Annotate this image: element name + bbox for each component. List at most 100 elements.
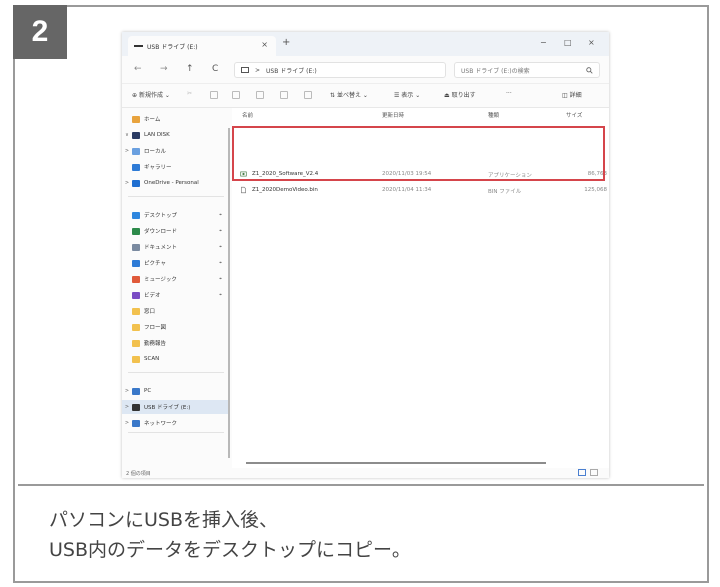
sidebar-scrollbar[interactable] xyxy=(228,128,230,458)
details-button[interactable]: ◫ 詳細 xyxy=(562,90,582,99)
item-count: 2 個の項目 xyxy=(126,471,151,477)
pin-icon: ⌖ xyxy=(219,244,222,250)
tab-close-button[interactable]: × xyxy=(261,40,268,49)
caption-line-2: USB内のデータをデスクトップにコピー。 xyxy=(49,539,411,561)
music-icon xyxy=(132,275,140,283)
pictures-icon xyxy=(132,259,140,267)
sidebar-item[interactable]: デスクトップ ⌖ xyxy=(122,208,230,222)
network-icon xyxy=(132,419,140,427)
monitor-icon xyxy=(241,67,249,73)
file-size: 125,068 xyxy=(584,187,607,193)
cloud-icon xyxy=(132,179,140,187)
maximize-button[interactable]: □ xyxy=(564,38,572,47)
home-icon xyxy=(132,115,140,123)
scrollbar-thumb[interactable] xyxy=(246,462,546,464)
sidebar-item-label: 勤務報告 xyxy=(144,341,167,347)
search-placeholder: USB ドライブ (E:)の検索 xyxy=(461,67,530,75)
sidebar-item-label: デスクトップ xyxy=(144,213,178,219)
pc-icon xyxy=(132,387,140,395)
sidebar-item[interactable]: ダウンロード ⌖ xyxy=(122,224,230,238)
chevron-icon[interactable]: > xyxy=(122,404,132,410)
eject-button[interactable]: ⏏ 取り出す xyxy=(444,90,476,99)
new-label: 新規作成 xyxy=(138,92,163,99)
desktop-icon xyxy=(132,211,140,219)
chevron-icon[interactable]: ∨ xyxy=(122,132,132,138)
new-button[interactable]: ⊕ 新規作成 ⌄ xyxy=(132,90,170,99)
usb-drive-icon xyxy=(134,45,143,47)
pin-icon: ⌖ xyxy=(219,276,222,282)
sidebar-item[interactable]: ホーム xyxy=(122,112,230,126)
usb-drive-icon xyxy=(132,403,140,411)
view-button[interactable]: ☰ 表示 ⌄ xyxy=(394,90,420,99)
sidebar-item[interactable]: > ネットワーク xyxy=(122,416,230,430)
chevron-icon[interactable]: > xyxy=(122,420,132,426)
sidebar-item[interactable]: ギャラリー xyxy=(122,160,230,174)
search-icon xyxy=(586,66,593,74)
sidebar-item[interactable]: 窓口 xyxy=(122,304,230,318)
sidebar-item[interactable]: ∨ LAN DISK xyxy=(122,128,230,142)
sidebar-item[interactable]: > USB ドライブ (E:) xyxy=(122,400,230,414)
sidebar-item[interactable]: ビデオ ⌖ xyxy=(122,288,230,302)
share-icon[interactable] xyxy=(280,91,288,99)
local-folder-icon xyxy=(132,147,140,155)
sidebar-item[interactable]: ドキュメント ⌖ xyxy=(122,240,230,254)
column-name-header[interactable]: 名前 xyxy=(242,111,253,119)
sidebar-item-label: ピクチャ xyxy=(144,261,166,267)
column-date-header[interactable]: 更新日時 xyxy=(382,111,404,119)
pin-icon: ⌖ xyxy=(219,292,222,298)
file-row[interactable]: Z1_2020DemoVideo.bin 2020/11/04 11:34 BI… xyxy=(232,182,609,198)
sidebar-item-label: PC xyxy=(144,388,152,394)
tab-title: USB ドライブ (E:) xyxy=(147,43,198,51)
more-options-button[interactable]: ··· xyxy=(506,90,512,97)
sidebar-item[interactable]: ミュージック ⌖ xyxy=(122,272,230,286)
address-input[interactable]: > USB ドライブ (E:) xyxy=(234,62,446,78)
sidebar-item[interactable]: SCAN xyxy=(122,352,230,366)
sidebar-item[interactable]: 勤務報告 xyxy=(122,336,230,350)
tab-usb-drive[interactable]: USB ドライブ (E:) × xyxy=(128,36,276,56)
sidebar-item-label: ギャラリー xyxy=(144,165,172,171)
search-input[interactable]: USB ドライブ (E:)の検索 xyxy=(454,62,600,78)
copy-icon[interactable] xyxy=(210,91,218,99)
address-separator: > xyxy=(255,66,261,74)
sidebar-item[interactable]: > PC xyxy=(122,384,230,398)
sidebar-item-label: ビデオ xyxy=(144,293,161,299)
sidebar-item[interactable]: ピクチャ ⌖ xyxy=(122,256,230,270)
new-tab-button[interactable]: + xyxy=(282,37,290,48)
sidebar-item[interactable]: フロー図 xyxy=(122,320,230,334)
chevron-icon[interactable]: > xyxy=(122,388,132,394)
sidebar-item-label: ミュージック xyxy=(144,277,177,283)
paste-icon[interactable] xyxy=(232,91,240,99)
column-size-header[interactable]: サイズ xyxy=(566,111,582,119)
sidebar-item[interactable]: > OneDrive - Personal xyxy=(122,176,230,190)
sidebar-item-label: 窓口 xyxy=(144,309,156,315)
pin-icon: ⌖ xyxy=(219,212,222,218)
gallery-icon xyxy=(132,163,140,171)
delete-icon[interactable] xyxy=(304,91,312,99)
sort-button[interactable]: ⇅ 並べ替え ⌄ xyxy=(330,90,368,99)
sidebar-item-label: SCAN xyxy=(144,356,160,362)
folder-icon xyxy=(132,307,140,315)
sidebar-item-label: ローカル xyxy=(144,149,167,155)
details-view-toggle[interactable] xyxy=(578,469,586,476)
pin-icon: ⌖ xyxy=(219,228,222,234)
column-type-header[interactable]: 種類 xyxy=(488,111,499,119)
minimize-button[interactable]: − xyxy=(540,38,547,47)
horizontal-scrollbar[interactable] xyxy=(232,462,609,465)
up-button[interactable]: ↑ xyxy=(186,64,194,74)
chevron-icon[interactable]: > xyxy=(122,180,132,186)
pin-icon: ⌖ xyxy=(219,260,222,266)
status-bar: 2 個の項目 xyxy=(122,468,609,478)
forward-button[interactable]: → xyxy=(160,64,168,74)
file-date: 2020/11/04 11:34 xyxy=(382,187,432,193)
document-icon xyxy=(132,243,140,251)
chevron-icon[interactable]: > xyxy=(122,148,132,154)
eject-label: 取り出す xyxy=(451,92,476,99)
sidebar-item-label: OneDrive - Personal xyxy=(144,180,199,186)
tiles-view-toggle[interactable] xyxy=(590,469,598,476)
sidebar-item[interactable]: > ローカル xyxy=(122,144,230,158)
close-window-button[interactable]: × xyxy=(588,38,595,47)
cut-icon[interactable]: ✂ xyxy=(187,90,192,97)
refresh-button[interactable]: C xyxy=(212,64,218,74)
rename-icon[interactable] xyxy=(256,91,264,99)
back-button[interactable]: ← xyxy=(134,64,142,74)
